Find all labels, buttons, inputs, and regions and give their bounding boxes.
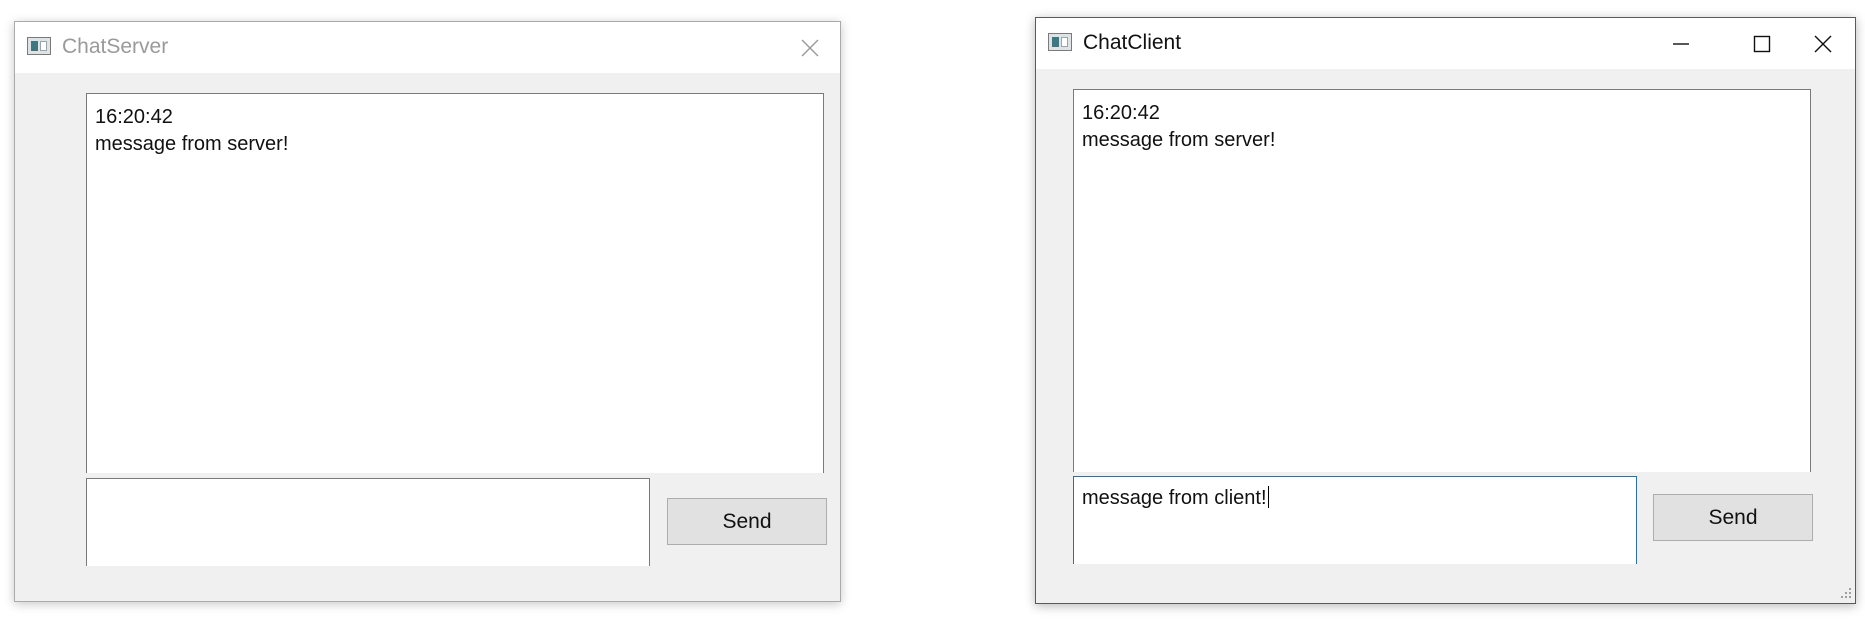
chat-log[interactable]: 16:20:42 message from server! — [86, 93, 824, 473]
app-window-icon — [1048, 33, 1072, 51]
message-input[interactable]: message from client! — [1073, 476, 1637, 564]
chat-server-window: ChatServer 16:20:42 message from server!… — [14, 21, 841, 602]
message-input[interactable] — [86, 478, 650, 566]
minimize-button[interactable] — [1649, 18, 1713, 69]
app-window-icon — [27, 37, 51, 55]
chat-log[interactable]: 16:20:42 message from server! — [1073, 89, 1811, 472]
title-bar[interactable]: ChatClient — [1036, 18, 1855, 69]
text-caret — [1267, 486, 1269, 508]
send-button[interactable]: Send — [667, 498, 827, 545]
message-text: message from server! — [1082, 129, 1276, 151]
resize-grip-icon[interactable] — [1838, 586, 1852, 600]
maximize-icon — [1753, 35, 1771, 52]
message-input-value: message from client! — [1082, 487, 1267, 509]
window-title: ChatServer — [62, 35, 169, 58]
message-time: 16:20:42 — [95, 106, 173, 128]
close-button[interactable] — [780, 22, 840, 73]
maximize-button[interactable] — [1730, 18, 1794, 69]
close-icon — [801, 39, 819, 56]
message-time: 16:20:42 — [1082, 102, 1160, 124]
message-text: message from server! — [95, 133, 289, 155]
title-bar[interactable]: ChatServer — [15, 22, 840, 73]
close-button[interactable] — [1791, 18, 1855, 69]
minimize-icon — [1673, 42, 1689, 45]
chat-client-window: ChatClient 16:20:42 message from server!… — [1035, 17, 1856, 604]
window-title: ChatClient — [1083, 31, 1182, 54]
close-icon — [1814, 35, 1832, 52]
send-button[interactable]: Send — [1653, 494, 1813, 541]
